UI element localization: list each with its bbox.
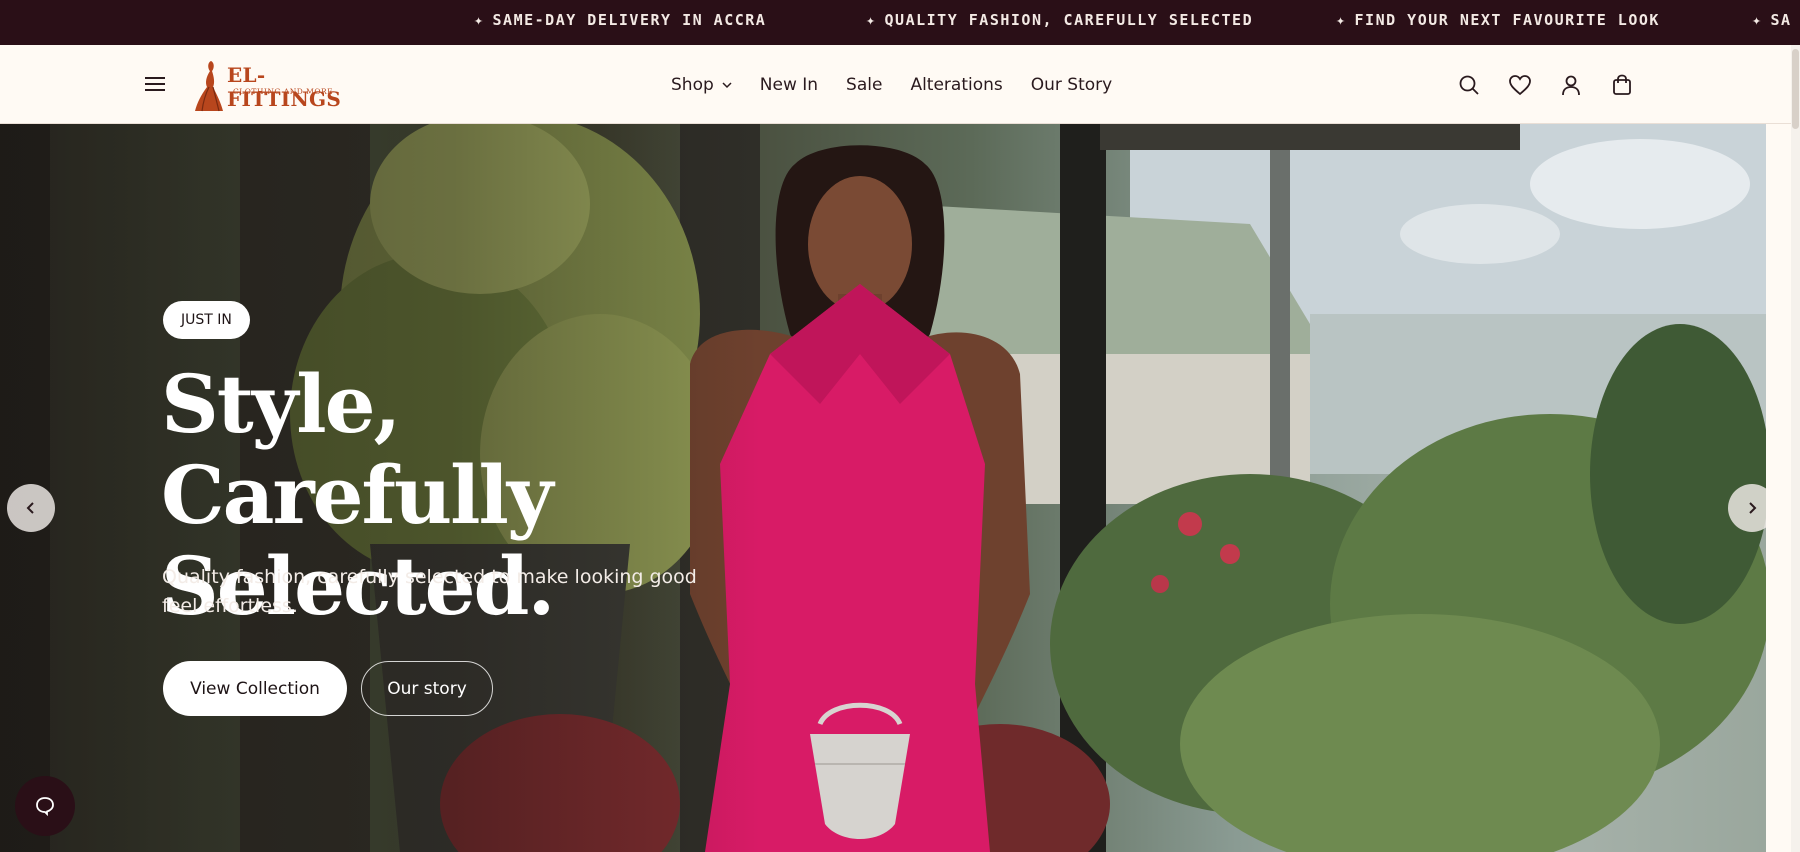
nav-sale[interactable]: Sale <box>846 75 882 95</box>
announcement-item: ✦ SA <box>1752 11 1792 29</box>
hero-subtext: Quality fashion, carefully selected to m… <box>162 566 697 617</box>
announcement-item: ✦ FIND YOUR NEXT FAVOURITE LOOK <box>1336 11 1660 29</box>
chevron-right-icon <box>1749 502 1757 514</box>
hero-slider: JUST IN Style, Carefully Selected. Quali… <box>0 124 1766 852</box>
scrollbar-thumb[interactable] <box>1792 49 1799 129</box>
slider-prev-button[interactable] <box>7 484 55 532</box>
logo-tagline: CLOTHING AND MORE <box>233 87 334 96</box>
chevron-left-icon <box>26 502 34 514</box>
header-icons <box>1456 72 1634 97</box>
site-header: EL-FITTINGS CLOTHING AND MORE Shop New I… <box>0 45 1791 124</box>
announcement-item: ✦ SAME-DAY DELIVERY IN ACCRA <box>474 11 767 29</box>
just-in-badge: JUST IN <box>163 301 250 339</box>
cart-icon[interactable] <box>1609 72 1634 97</box>
chevron-down-icon <box>722 81 732 88</box>
star-icon: ✦ <box>1336 11 1347 29</box>
heart-icon[interactable] <box>1507 72 1532 97</box>
star-icon: ✦ <box>474 11 485 29</box>
view-collection-button[interactable]: View Collection <box>163 661 347 716</box>
chat-bubble-icon <box>36 797 54 817</box>
announcement-bar: ✦ SAME-DAY DELIVERY IN ACCRA ✦ QUALITY FAS… <box>0 0 1800 45</box>
account-icon[interactable] <box>1558 72 1583 97</box>
nav-shop[interactable]: Shop <box>671 75 732 95</box>
menu-icon[interactable] <box>143 73 167 95</box>
search-icon[interactable] <box>1456 72 1481 97</box>
logo[interactable]: EL-FITTINGS CLOTHING AND MORE <box>193 57 343 113</box>
chat-button[interactable] <box>15 776 75 836</box>
main-nav: Shop New In Sale Alterations Our Story <box>671 45 1140 124</box>
our-story-button[interactable]: Our story <box>361 661 493 716</box>
nav-alterations[interactable]: Alterations <box>910 75 1002 95</box>
star-icon: ✦ <box>866 11 877 29</box>
star-icon: ✦ <box>1752 11 1763 29</box>
nav-new-in[interactable]: New In <box>760 75 818 95</box>
page-scrollbar[interactable] <box>1791 45 1800 852</box>
nav-our-story[interactable]: Our Story <box>1031 75 1112 95</box>
announcement-item: ✦ QUALITY FASHION, CAREFULLY SELECTED <box>866 11 1254 29</box>
